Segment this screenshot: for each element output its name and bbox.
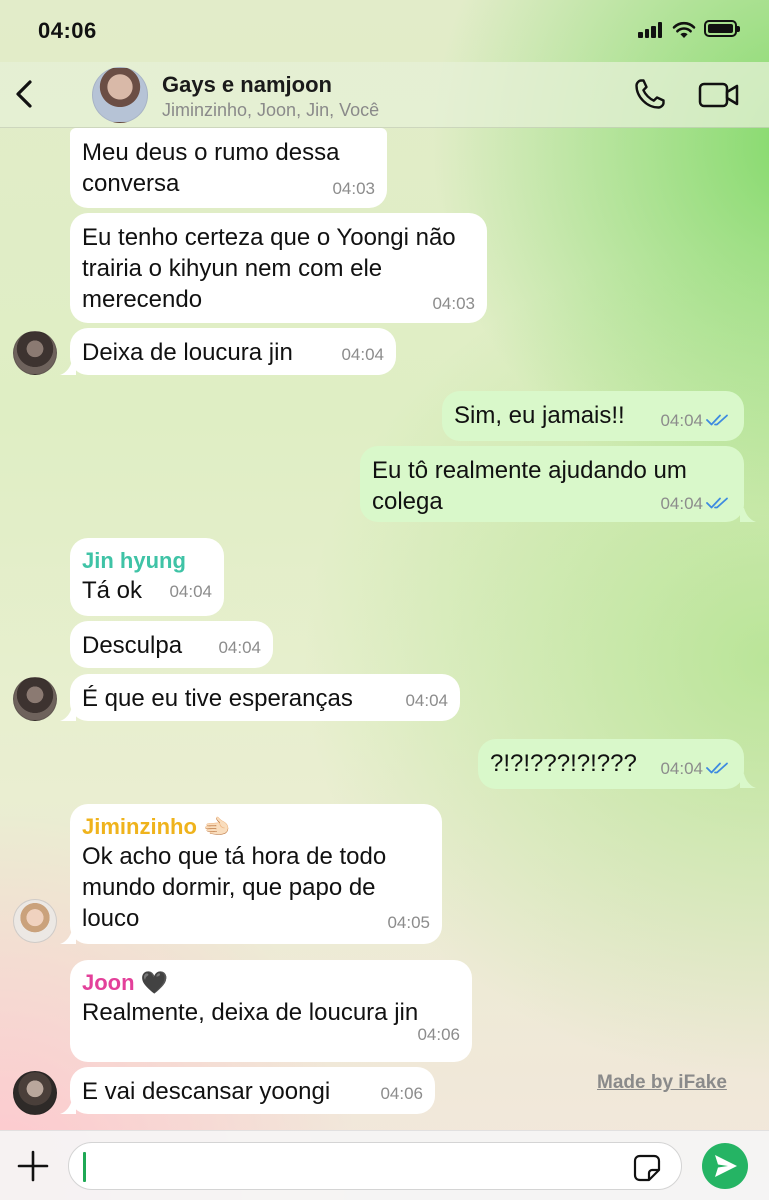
sender-name[interactable]: Jiminzinho 🫲🏻 (82, 813, 430, 841)
sender-avatar[interactable] (13, 1071, 57, 1115)
video-call-button[interactable] (698, 80, 740, 110)
double-check-icon (706, 497, 728, 509)
message-text: ?!?!???!?!??? (490, 750, 637, 777)
message-text: Deixa de loucura jin (82, 339, 293, 366)
back-button[interactable] (10, 76, 40, 112)
message-time-status: 04:04 (660, 758, 732, 780)
message-text: Tá ok (82, 577, 143, 604)
message-time: 04:06 (417, 1025, 460, 1044)
message-bubble[interactable]: Joon 🖤 Realmente, deixa de loucura jin 0… (70, 960, 472, 1062)
plus-attach-button[interactable] (16, 1149, 50, 1183)
group-avatar[interactable] (92, 67, 148, 123)
chat-members[interactable]: Jiminzinho, Joon, Jin, Você (162, 100, 379, 121)
input-bar (0, 1130, 769, 1200)
sender-avatar[interactable] (13, 677, 57, 721)
message-text: É que eu tive esperanças (82, 685, 353, 712)
double-check-icon (706, 414, 728, 426)
message-input[interactable] (68, 1142, 682, 1190)
message-bubble[interactable]: Deixa de loucura jin 04:04 (70, 328, 396, 375)
watermark: Made by iFake (597, 1072, 727, 1093)
message-bubble[interactable]: Jiminzinho 🫲🏻 Ok acho que tá hora de tod… (70, 804, 442, 944)
sticker-icon[interactable] (632, 1153, 662, 1183)
phone-call-button[interactable] (632, 76, 668, 112)
sender-name[interactable]: Joon 🖤 (82, 969, 460, 997)
wifi-icon (672, 21, 696, 38)
chat-title[interactable]: Gays e namjoon (162, 72, 332, 98)
message-time: 04:03 (332, 179, 375, 198)
status-time: 04:06 (38, 18, 97, 43)
message-time-status: 04:04 (660, 410, 732, 432)
message-bubble[interactable]: E vai descansar yoongi 04:06 (70, 1067, 435, 1114)
message-time: 04:04 (405, 691, 448, 710)
message-text: Sim, eu jamais!! (454, 402, 625, 429)
message-bubble[interactable]: Desculpa 04:04 (70, 621, 273, 668)
message-bubble[interactable]: ?!?!???!?!??? 04:04 (478, 739, 744, 789)
message-text: E vai descansar yoongi (82, 1078, 331, 1105)
message-bubble[interactable]: Eu tenho certeza que o Yoongi não trairi… (70, 213, 487, 323)
message-bubble[interactable]: Sim, eu jamais!! 04:04 (442, 391, 744, 441)
status-bar: 04:06 (0, 0, 769, 62)
battery-icon (704, 20, 740, 37)
message-time-status: 04:04 (660, 493, 732, 515)
text-cursor (83, 1152, 86, 1182)
message-time: 04:04 (660, 759, 703, 778)
message-time: 04:03 (432, 294, 475, 313)
message-text: Desculpa (82, 632, 183, 659)
message-time: 04:04 (169, 582, 212, 601)
chat-header: Gays e namjoon Jiminzinho, Joon, Jin, Vo… (0, 62, 769, 128)
sender-avatar[interactable] (13, 331, 57, 375)
sender-name[interactable]: Jin hyung (82, 547, 212, 575)
message-list[interactable]: Meu deus o rumo dessa conversa 04:03 Eu … (0, 128, 769, 1130)
message-text: Meu deus o rumo dessa conversa (82, 139, 340, 197)
message-time: 04:04 (660, 411, 703, 430)
message-text: Eu tenho certeza que o Yoongi não trairi… (82, 224, 456, 313)
message-time: 04:04 (218, 638, 261, 657)
message-time: 04:04 (341, 345, 384, 364)
cellular-signal-icon (638, 22, 664, 38)
message-text: Eu tô realmente ajudando um colega (372, 457, 687, 515)
message-time: 04:04 (660, 494, 703, 513)
send-icon (715, 1155, 737, 1177)
sender-avatar[interactable] (13, 899, 57, 943)
message-bubble[interactable]: Jin hyung Tá ok 04:04 (70, 538, 224, 616)
message-text: Ok acho que tá hora de todo mundo dormir… (82, 843, 387, 932)
message-time: 04:05 (387, 913, 430, 932)
double-check-icon (706, 762, 728, 774)
message-time: 04:06 (380, 1084, 423, 1103)
message-bubble[interactable]: É que eu tive esperanças 04:04 (70, 674, 460, 721)
send-button[interactable] (702, 1143, 748, 1189)
message-text: Realmente, deixa de loucura jin (82, 999, 419, 1026)
message-bubble[interactable]: Meu deus o rumo dessa conversa 04:03 (70, 128, 387, 208)
message-bubble[interactable]: Eu tô realmente ajudando um colega 04:04 (360, 446, 744, 522)
